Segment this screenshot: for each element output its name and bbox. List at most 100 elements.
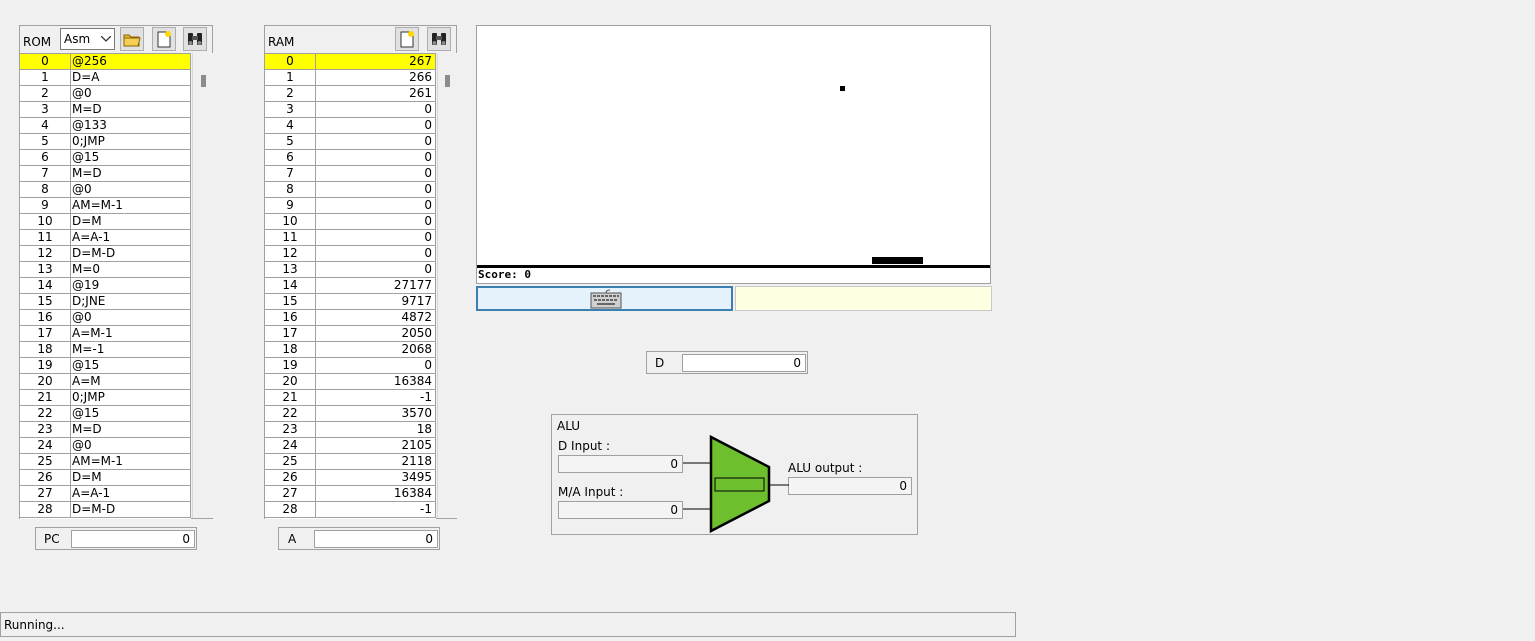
rom-value-cell[interactable]: D;JNE [71, 294, 191, 310]
d-value-field[interactable]: 0 [682, 354, 806, 372]
ram-row[interactable]: 17 2050 [265, 326, 436, 342]
rom-value-cell[interactable]: @0 [71, 438, 191, 454]
ram-row[interactable]: 26 3495 [265, 470, 436, 486]
ram-value-cell[interactable]: 0 [316, 358, 436, 374]
ram-row[interactable]: 20 16384 [265, 374, 436, 390]
ram-row[interactable]: 14 27177 [265, 278, 436, 294]
ram-value-cell[interactable]: 0 [316, 214, 436, 230]
ram-table[interactable]: 0 267 1 266 2 261 3 0 4 0 5 0 6 0 7 0 8 0 9 0 10 0 11 0 12 0 13 0 14… [265, 53, 436, 519]
a-value-field[interactable]: 0 [314, 530, 438, 548]
rom-row[interactable]: 10 D=M [20, 214, 191, 230]
ram-row[interactable]: 40 [265, 118, 436, 134]
ram-row[interactable]: 13 0 [265, 262, 436, 278]
rom-value-cell[interactable]: AM=M-1 [71, 198, 191, 214]
ram-row[interactable]: 0 267 [265, 54, 436, 70]
ram-value-cell[interactable]: 27177 [316, 278, 436, 294]
ram-value-cell[interactable]: 18 [316, 422, 436, 438]
rom-value-cell[interactable]: D=M [71, 470, 191, 486]
rom-row[interactable]: 16 @0 [20, 310, 191, 326]
rom-row[interactable]: 1 D=A [20, 70, 191, 86]
rom-row[interactable]: 11 A=A-1 [20, 230, 191, 246]
rom-value-cell[interactable]: @256 [71, 54, 191, 70]
rom-scrollbar[interactable] [192, 53, 213, 518]
rom-value-cell[interactable]: 0;JMP [71, 134, 191, 150]
ram-value-cell[interactable]: 0 [316, 150, 436, 166]
ram-row[interactable]: 10 0 [265, 214, 436, 230]
rom-row[interactable]: 21 0;JMP [20, 390, 191, 406]
ram-row[interactable]: 12 0 [265, 246, 436, 262]
ram-value-cell[interactable]: 2105 [316, 438, 436, 454]
rom-value-cell[interactable]: M=D [71, 422, 191, 438]
ram-value-cell[interactable]: 3570 [316, 406, 436, 422]
ram-row[interactable]: 19 0 [265, 358, 436, 374]
rom-row[interactable]: 22 @15 [20, 406, 191, 422]
rom-row[interactable]: 13 M=0 [20, 262, 191, 278]
ram-row[interactable]: 23 18 [265, 422, 436, 438]
ram-scrollbar[interactable] [437, 53, 457, 518]
ram-row[interactable]: 16 4872 [265, 310, 436, 326]
ram-value-cell[interactable]: 2050 [316, 326, 436, 342]
rom-row[interactable]: 15 D;JNE [20, 294, 191, 310]
ram-value-cell[interactable]: 0 [316, 198, 436, 214]
rom-row[interactable]: 8 @0 [20, 182, 191, 198]
ram-row[interactable]: 30 [265, 102, 436, 118]
ram-value-cell[interactable]: 0 [316, 118, 436, 134]
ram-value-cell[interactable]: 16384 [316, 374, 436, 390]
rom-row[interactable]: 24 @0 [20, 438, 191, 454]
ram-row[interactable]: 90 [265, 198, 436, 214]
keyboard-button[interactable] [476, 286, 733, 311]
ram-row[interactable]: 22 3570 [265, 406, 436, 422]
ram-value-cell[interactable]: 0 [316, 166, 436, 182]
rom-value-cell[interactable]: A=A-1 [71, 230, 191, 246]
rom-load-button[interactable] [120, 27, 144, 51]
rom-value-cell[interactable]: @15 [71, 150, 191, 166]
ram-row[interactable]: 18 2068 [265, 342, 436, 358]
rom-value-cell[interactable]: 0;JMP [71, 390, 191, 406]
rom-value-cell[interactable]: @0 [71, 86, 191, 102]
ram-row[interactable]: 28 -1 [265, 502, 436, 518]
rom-value-cell[interactable]: D=M-D [71, 246, 191, 262]
rom-value-cell[interactable]: @15 [71, 358, 191, 374]
ram-value-cell[interactable]: 4872 [316, 310, 436, 326]
ram-value-cell[interactable]: 267 [316, 54, 436, 70]
ram-value-cell[interactable]: -1 [316, 390, 436, 406]
ram-value-cell[interactable]: 2118 [316, 454, 436, 470]
rom-value-cell[interactable]: M=D [71, 102, 191, 118]
ram-row[interactable]: 11 0 [265, 230, 436, 246]
rom-value-cell[interactable]: @0 [71, 182, 191, 198]
rom-value-cell[interactable]: D=M [71, 214, 191, 230]
ram-row[interactable]: 80 [265, 182, 436, 198]
ram-value-cell[interactable]: 261 [316, 86, 436, 102]
rom-row[interactable]: 27 A=A-1 [20, 486, 191, 502]
rom-value-cell[interactable]: M=D [71, 166, 191, 182]
ram-row[interactable]: 27 16384 [265, 486, 436, 502]
rom-row[interactable]: 25 AM=M-1 [20, 454, 191, 470]
rom-row[interactable]: 28 D=M-D [20, 502, 191, 518]
ram-value-cell[interactable]: 2068 [316, 342, 436, 358]
rom-value-cell[interactable]: AM=M-1 [71, 454, 191, 470]
rom-value-cell[interactable]: @0 [71, 310, 191, 326]
rom-scroll-thumb[interactable] [201, 75, 206, 87]
rom-row[interactable]: 18 M=-1 [20, 342, 191, 358]
ram-row[interactable]: 70 [265, 166, 436, 182]
ram-value-cell[interactable]: 266 [316, 70, 436, 86]
rom-value-cell[interactable]: M=0 [71, 262, 191, 278]
rom-row[interactable]: 23 M=D [20, 422, 191, 438]
rom-value-cell[interactable]: D=M-D [71, 502, 191, 518]
rom-row[interactable]: 20 A=M [20, 374, 191, 390]
rom-value-cell[interactable]: @133 [71, 118, 191, 134]
ram-value-cell[interactable]: 0 [316, 102, 436, 118]
rom-row[interactable]: 6 @15 [20, 150, 191, 166]
rom-row[interactable]: 5 0;JMP [20, 134, 191, 150]
pc-value-field[interactable]: 0 [71, 530, 195, 548]
rom-row[interactable]: 3 M=D [20, 102, 191, 118]
rom-row[interactable]: 12 D=M-D [20, 246, 191, 262]
ram-row[interactable]: 24 2105 [265, 438, 436, 454]
rom-row[interactable]: 19 @15 [20, 358, 191, 374]
rom-row[interactable]: 2 @0 [20, 86, 191, 102]
rom-table[interactable]: 0 @256 1 D=A 2 @0 3 M=D 4 @133 5 0;JMP 6 @15 7 M=D 8 @0 9 A… [20, 53, 191, 519]
ram-value-cell[interactable]: 0 [316, 262, 436, 278]
ram-value-cell[interactable]: 0 [316, 134, 436, 150]
ram-value-cell[interactable]: 0 [316, 246, 436, 262]
rom-value-cell[interactable]: @15 [71, 406, 191, 422]
